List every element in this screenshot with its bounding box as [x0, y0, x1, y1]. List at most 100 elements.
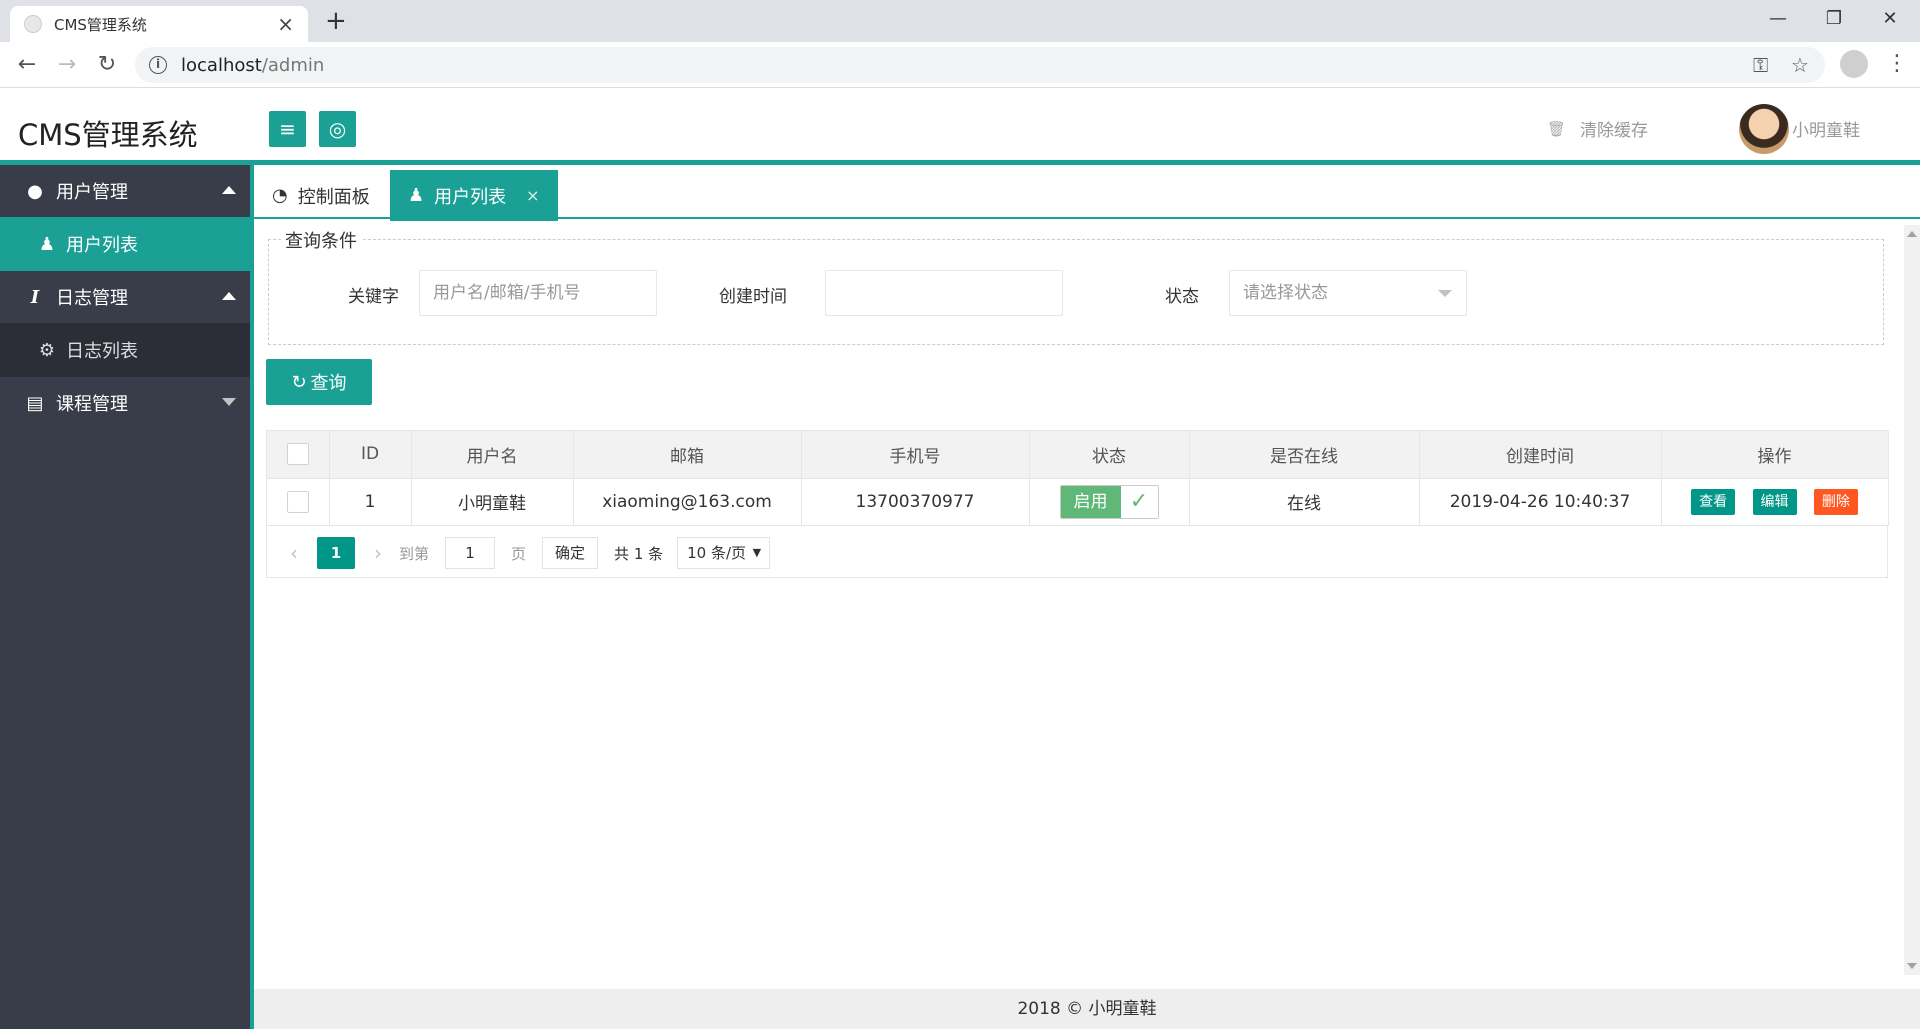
- sidebar-item-label: 日志列表: [66, 341, 138, 362]
- scroll-down-icon[interactable]: [1907, 963, 1917, 969]
- vertical-scrollbar[interactable]: [1904, 225, 1920, 975]
- address-bar[interactable]: i localhost/admin ⚿ ☆: [135, 47, 1825, 83]
- browser-tab-title: CMS管理系统: [54, 15, 147, 34]
- clear-cache-button[interactable]: 🗑 清除缓存: [1547, 116, 1648, 142]
- key-icon[interactable]: ⚿: [1753, 53, 1768, 77]
- keyword-input[interactable]: 用户名/邮箱/手机号: [419, 270, 657, 316]
- table-header-row: ID 用户名 邮箱 手机号 状态 是否在线 创建时间 操作: [267, 431, 1889, 479]
- tab-user-list[interactable]: ♟ 用户列表 ×: [390, 170, 558, 221]
- column-header[interactable]: 邮箱: [573, 431, 802, 479]
- info-icon[interactable]: i: [149, 56, 167, 74]
- tab-dashboard[interactable]: ◔ 控制面板: [254, 170, 388, 221]
- created-time-label: 创建时间: [719, 287, 787, 307]
- column-header[interactable]: 状态: [1029, 431, 1190, 479]
- reload-icon[interactable]: ↻: [92, 50, 122, 80]
- user-icon: ♟: [408, 185, 425, 206]
- app-header: CMS管理系统 ≡ ◎ 🗑 清除缓存 小明童鞋: [0, 88, 1920, 165]
- url-path: /admin: [261, 54, 325, 76]
- tab-close-button[interactable]: ×: [526, 186, 539, 205]
- column-header[interactable]: 是否在线: [1189, 431, 1420, 479]
- sidebar-group-course-management[interactable]: ▤ 课程管理: [0, 377, 250, 429]
- refresh-icon: ↻: [291, 371, 307, 393]
- toggle-sidebar-button[interactable]: ≡: [269, 111, 306, 147]
- status-select-value: 请选择状态: [1243, 283, 1328, 303]
- page-tabbar: ◔ 控制面板 ♟ 用户列表 ×: [254, 168, 1920, 221]
- goto-confirm-button[interactable]: 确定: [542, 537, 599, 569]
- profile-icon[interactable]: [1840, 50, 1868, 78]
- sidebar-group-label: 日志管理: [56, 288, 128, 309]
- close-tab-button[interactable]: ×: [277, 12, 294, 36]
- delete-button[interactable]: 删除: [1813, 488, 1858, 515]
- browser-tabstrip: CMS管理系统 × + — ❐ ✕: [0, 0, 1920, 42]
- goto-page-input[interactable]: 1: [445, 537, 496, 569]
- user-name[interactable]: 小明童鞋: [1792, 116, 1860, 141]
- created-time-input[interactable]: [825, 270, 1063, 316]
- status-switch-label: 启用: [1060, 485, 1121, 518]
- url-host: localhost: [181, 54, 262, 76]
- forward-icon[interactable]: →: [52, 50, 82, 80]
- row-checkbox[interactable]: [286, 490, 309, 513]
- page-size-value: 10 条/页: [687, 544, 747, 562]
- menu-kebab-icon[interactable]: ⋮: [1886, 50, 1908, 78]
- sidebar: ● 用户管理 ♟ 用户列表 I 日志管理 ⚙ 日志列表 ▤ 课程管理: [0, 165, 250, 1029]
- column-header[interactable]: 创建时间: [1419, 431, 1662, 479]
- footer: 2018 © 小明童鞋: [254, 989, 1920, 1029]
- status-label: 状态: [1165, 287, 1199, 307]
- keyword-label: 关键字: [348, 287, 399, 307]
- favicon-icon: [24, 15, 42, 33]
- dropdown-triangle-icon: ▼: [752, 546, 762, 559]
- italic-icon: I: [30, 286, 40, 308]
- help-button[interactable]: ◎: [319, 111, 356, 147]
- back-icon[interactable]: ←: [12, 50, 42, 80]
- restore-button[interactable]: ❐: [1806, 4, 1862, 34]
- sidebar-group-log-management[interactable]: I 日志管理: [0, 271, 250, 323]
- star-icon[interactable]: ☆: [1791, 53, 1809, 77]
- table-icon: ▤: [26, 392, 44, 414]
- column-header[interactable]: 用户名: [411, 431, 574, 479]
- avatar[interactable]: [1739, 104, 1789, 154]
- search-legend: 查询条件: [281, 227, 361, 253]
- column-header[interactable]: 手机号: [801, 431, 1030, 479]
- user-icon: ♟: [38, 233, 56, 255]
- new-tab-button[interactable]: +: [325, 6, 347, 36]
- page-size-select[interactable]: 10 条/页 ▼: [677, 537, 771, 569]
- sidebar-item-label: 用户列表: [66, 235, 138, 256]
- query-button[interactable]: ↻ 查询: [266, 359, 372, 405]
- minimize-button[interactable]: —: [1750, 4, 1806, 34]
- lifebuoy-icon: ◎: [328, 117, 347, 141]
- edit-button[interactable]: 编辑: [1752, 488, 1797, 515]
- window-close-button[interactable]: ✕: [1862, 4, 1918, 34]
- url-text: localhost/admin: [181, 55, 324, 76]
- tab-label: 用户列表: [434, 186, 507, 208]
- caret-up-icon: [222, 292, 236, 300]
- table-row: 1 小明童鞋 xiaoming@163.com 13700370977 启用 ✓…: [267, 478, 1889, 526]
- cell-email: xiaoming@163.com: [573, 478, 802, 526]
- column-header[interactable]: ID: [329, 431, 412, 479]
- sidebar-group-user-management[interactable]: ● 用户管理: [0, 165, 250, 217]
- sidebar-group-label: 课程管理: [56, 394, 128, 415]
- caret-down-icon: [222, 398, 236, 406]
- gear-icon: ⚙: [38, 339, 56, 361]
- caret-up-icon: [222, 186, 236, 194]
- view-button[interactable]: 查看: [1691, 488, 1736, 515]
- cell-id: 1: [329, 478, 412, 526]
- sidebar-item-user-list[interactable]: ♟ 用户列表: [0, 217, 250, 271]
- page-current[interactable]: 1: [317, 537, 355, 569]
- chevron-down-icon: [1438, 290, 1452, 297]
- sidebar-item-log-list[interactable]: ⚙ 日志列表: [0, 323, 250, 377]
- column-header[interactable]: 操作: [1661, 431, 1889, 479]
- select-all-checkbox[interactable]: [286, 443, 309, 466]
- check-icon: ✓: [1120, 485, 1158, 518]
- browser-tab[interactable]: CMS管理系统 ×: [10, 6, 308, 42]
- query-button-label: 查询: [310, 373, 347, 394]
- search-fieldset: 查询条件 关键字 用户名/邮箱/手机号 创建时间 状态 请选择状态: [268, 227, 1884, 345]
- menu-icon: ≡: [279, 117, 296, 141]
- cell-online: 在线: [1189, 478, 1420, 526]
- next-page-icon[interactable]: ›: [365, 541, 391, 565]
- cell-username: 小明童鞋: [411, 478, 574, 526]
- status-select[interactable]: 请选择状态: [1229, 270, 1467, 316]
- prev-page-icon[interactable]: ‹: [281, 541, 307, 565]
- scroll-up-icon[interactable]: [1907, 231, 1917, 237]
- status-switch[interactable]: 启用 ✓: [1059, 484, 1159, 519]
- user-table: ID 用户名 邮箱 手机号 状态 是否在线 创建时间 操作 1 小明童鞋 xia…: [266, 430, 1889, 578]
